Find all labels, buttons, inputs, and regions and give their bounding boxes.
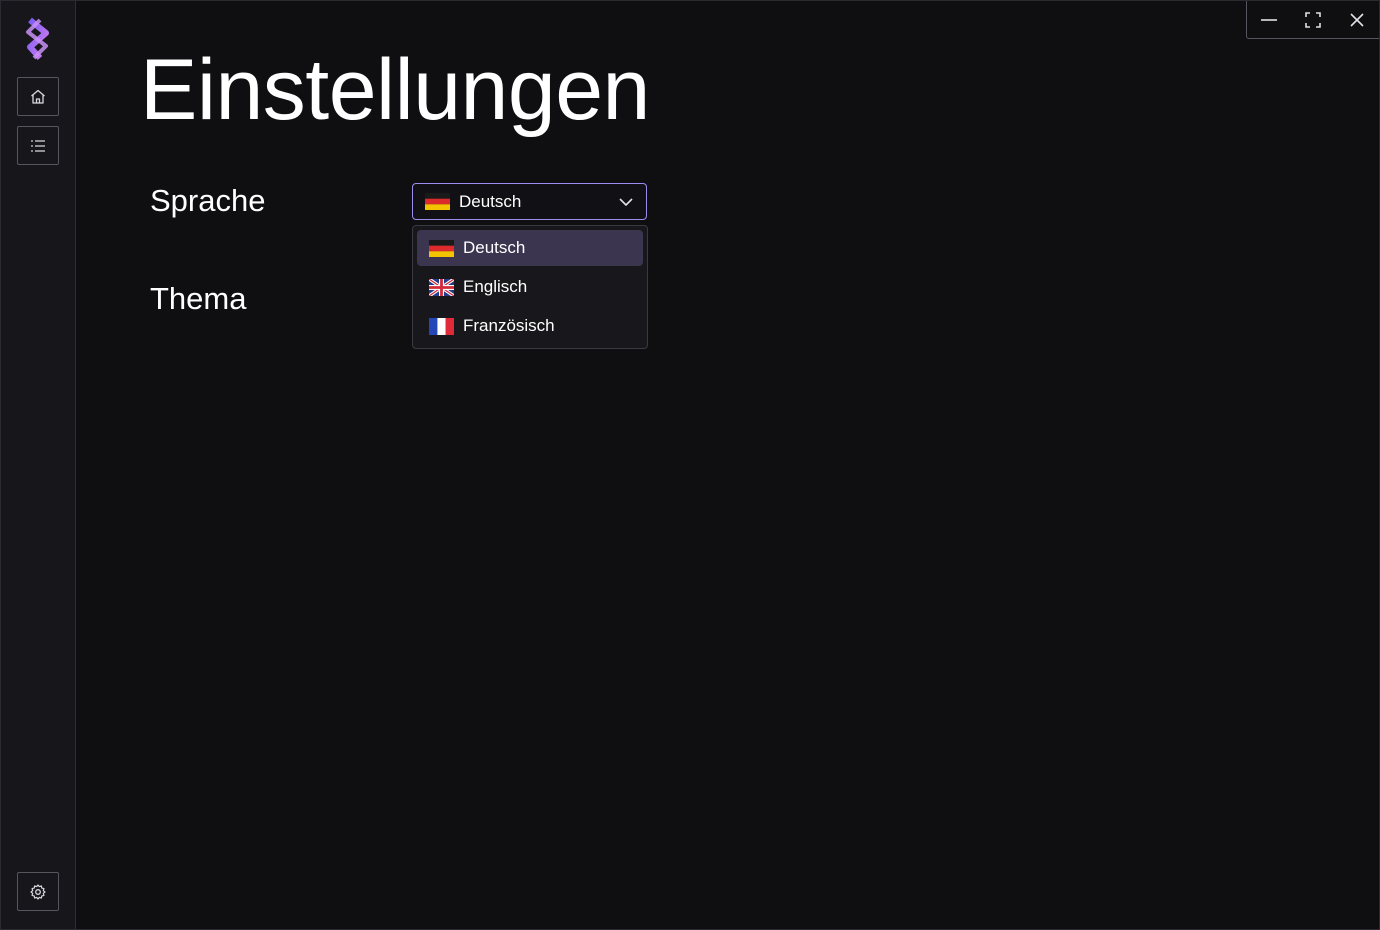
sidebar bbox=[1, 1, 76, 929]
language-option-franzoesisch[interactable]: Französisch bbox=[417, 308, 643, 344]
germany-flag-icon bbox=[425, 193, 450, 210]
theme-label: Thema bbox=[150, 281, 247, 316]
language-label: Sprache bbox=[150, 183, 266, 218]
gear-icon bbox=[30, 883, 46, 900]
app-window: Einstellungen Sprache Thema Deutsch Deut… bbox=[0, 0, 1380, 930]
france-flag-icon bbox=[429, 317, 454, 335]
list-button[interactable] bbox=[17, 126, 59, 165]
close-button[interactable] bbox=[1342, 5, 1372, 35]
option-label: Französisch bbox=[463, 316, 555, 335]
germany-flag-icon bbox=[429, 239, 454, 257]
app-logo bbox=[26, 17, 49, 61]
minimize-button[interactable] bbox=[1254, 5, 1284, 35]
chevron-down-icon bbox=[619, 198, 633, 206]
close-icon bbox=[1350, 12, 1364, 27]
list-icon bbox=[31, 139, 45, 152]
page-title: Einstellungen bbox=[140, 42, 650, 138]
option-label: Englisch bbox=[463, 277, 528, 296]
uk-flag-icon bbox=[429, 278, 454, 296]
settings-button[interactable] bbox=[17, 872, 59, 911]
maximize-icon bbox=[1305, 11, 1321, 28]
option-label: Deutsch bbox=[463, 238, 526, 257]
maximize-button[interactable] bbox=[1298, 5, 1328, 35]
language-option-englisch[interactable]: Englisch bbox=[417, 269, 643, 305]
language-select[interactable]: Deutsch bbox=[412, 183, 647, 220]
minimize-icon bbox=[1261, 18, 1277, 21]
home-icon bbox=[31, 89, 45, 104]
language-option-deutsch[interactable]: Deutsch bbox=[417, 230, 643, 266]
language-select-value: Deutsch bbox=[459, 191, 522, 211]
language-dropdown-menu: Deutsch Englisch Französisch bbox=[412, 225, 648, 349]
home-button[interactable] bbox=[17, 77, 59, 116]
window-controls bbox=[1246, 1, 1379, 39]
